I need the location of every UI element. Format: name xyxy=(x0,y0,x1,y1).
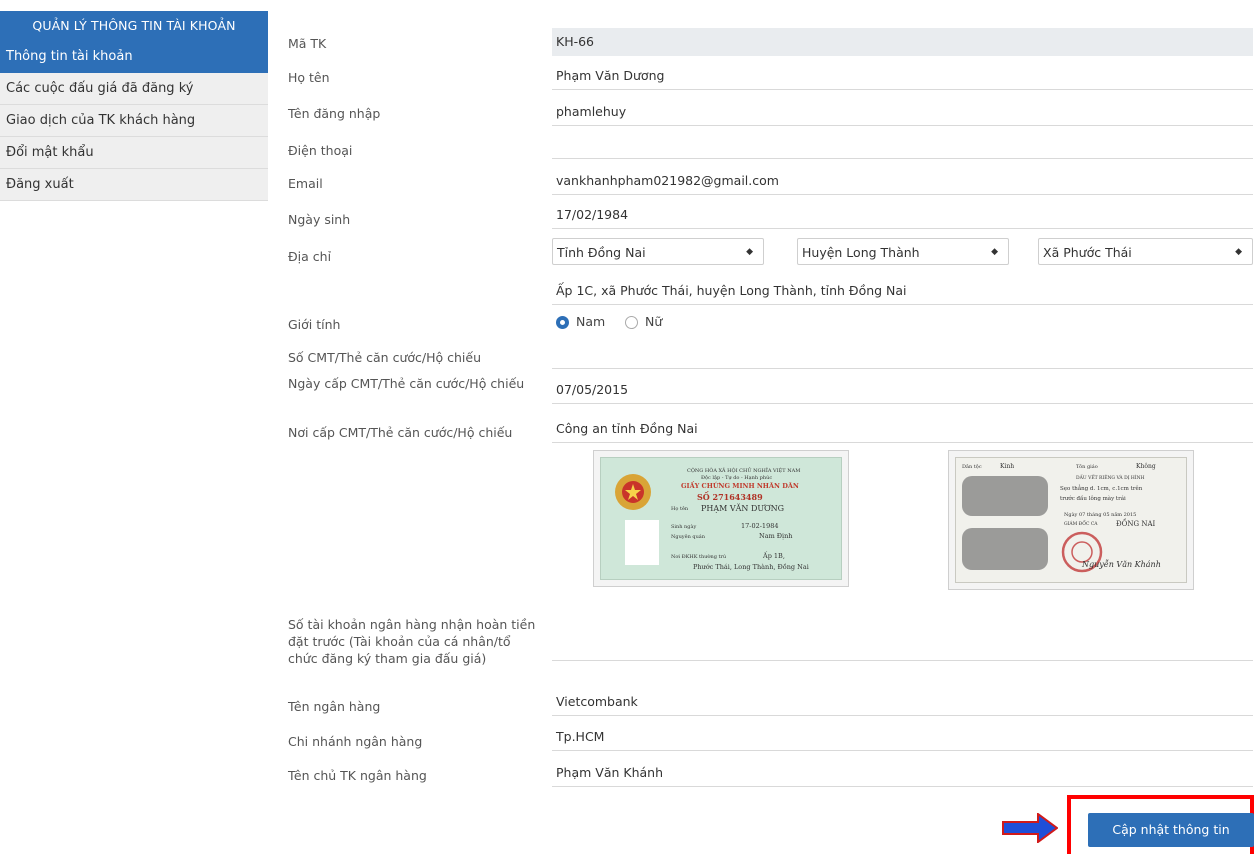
full-name-field[interactable]: Phạm Văn Dương xyxy=(552,62,1253,90)
full-name-label: Họ tên xyxy=(288,70,330,85)
phone-field[interactable] xyxy=(552,131,1253,159)
sidebar-item-transactions[interactable]: Giao dịch của TK khách hàng xyxy=(0,105,268,137)
username-field[interactable]: phamlehuy xyxy=(552,98,1253,126)
id-number-label: Số CMT/Thẻ căn cước/Hộ chiếu xyxy=(288,350,481,365)
card-back-marks1: Sẹo thẳng d. 1cm, c.1cm trên xyxy=(1060,486,1143,492)
bank-name-label: Tên ngân hàng xyxy=(288,699,381,714)
card-front-origin-label: Nguyên quán xyxy=(671,534,706,540)
portrait-placeholder xyxy=(625,520,659,565)
card-front-name-label: Họ tên xyxy=(671,506,689,512)
gender-female-radio[interactable] xyxy=(625,316,638,329)
card-back-marks-header: DẤU VẾT RIÊNG VÀ DỊ HÌNH xyxy=(1076,476,1145,481)
address-detail-field[interactable]: Ấp 1C, xã Phước Thái, huyện Long Thành, … xyxy=(552,277,1253,305)
sidebar-item-registered-auctions[interactable]: Các cuộc đấu giá đã đăng ký xyxy=(0,73,268,105)
card-front-dob: 17-02-1984 xyxy=(741,522,779,530)
card-front-number: SỐ 271643489 xyxy=(697,492,763,502)
sidebar-item-change-password[interactable]: Đổi mật khẩu xyxy=(0,137,268,169)
ward-select[interactable]: Xã Phước Thái ◆ xyxy=(1038,238,1253,265)
national-emblem-icon xyxy=(615,474,651,510)
id-issue-date-field[interactable]: 07/05/2015 xyxy=(552,376,1253,404)
id-number-field[interactable] xyxy=(552,341,1253,369)
id-card-front-image: CỘNG HÒA XÃ HỘI CHỦ NGHĨA VIỆT NAM Độc l… xyxy=(593,450,849,587)
sidebar-header: QUẢN LÝ THÔNG TIN TÀI KHOẢN xyxy=(0,11,268,41)
select-caret-icon: ◆ xyxy=(1235,247,1242,257)
account-sidebar: QUẢN LÝ THÔNG TIN TÀI KHOẢN Thông tin tà… xyxy=(0,11,268,201)
id-issue-place-field[interactable]: Công an tỉnh Đồng Nai xyxy=(552,415,1253,443)
card-front-title: GIẤY CHỨNG MINH NHÂN DÂN xyxy=(681,482,799,490)
card-back-religion: Không xyxy=(1136,463,1156,470)
card-back-religion-label: Tôn giáo xyxy=(1076,464,1098,470)
username-label: Tên đăng nhập xyxy=(288,106,381,121)
gender-male-radio[interactable] xyxy=(556,316,569,329)
address-label: Địa chỉ xyxy=(288,249,332,264)
account-id-label: Mã TK xyxy=(288,36,327,51)
bank-branch-field[interactable]: Tp.HCM xyxy=(552,723,1253,751)
select-caret-icon: ◆ xyxy=(991,247,998,257)
card-front-line2: Độc lập - Tự do - Hạnh phúc xyxy=(701,475,773,481)
bank-holder-label: Tên chủ TK ngân hàng xyxy=(288,768,427,783)
bank-name-field[interactable]: Vietcombank xyxy=(552,688,1253,716)
sidebar-item-logout[interactable]: Đăng xuất xyxy=(0,169,268,201)
card-back-authority-label: GIÁM ĐỐC CA xyxy=(1064,522,1098,527)
card-front-dob-label: Sinh ngày xyxy=(671,524,697,530)
dob-field[interactable]: 17/02/1984 xyxy=(552,201,1253,229)
id-issue-date-label: Ngày cấp CMT/Thẻ căn cước/Hộ chiếu xyxy=(288,376,525,391)
gender-male-label: Nam xyxy=(576,314,606,329)
bank-branch-label: Chi nhánh ngân hàng xyxy=(288,734,423,749)
dob-label: Ngày sinh xyxy=(288,212,351,227)
ward-value: Xã Phước Thái xyxy=(1043,245,1132,260)
bank-account-field[interactable] xyxy=(552,633,1253,661)
gender-female-label: Nữ xyxy=(645,314,663,329)
card-back-ethnic: Kinh xyxy=(1000,463,1015,470)
province-value: Tỉnh Đồng Nai xyxy=(557,245,646,260)
card-front-residence-label: Nơi ĐKHK thường trú xyxy=(671,554,727,560)
card-back-signer: Nguyễn Văn Khánh xyxy=(1082,560,1161,569)
province-select[interactable]: Tỉnh Đồng Nai ◆ xyxy=(552,238,764,265)
bank-account-label: Số tài khoản ngân hàng nhận hoàn tiền đặ… xyxy=(288,617,536,666)
card-back-province: ĐỒNG NAI xyxy=(1116,520,1156,528)
phone-label: Điện thoại xyxy=(288,143,353,158)
card-back-ethnic-label: Dân tộc xyxy=(962,464,982,470)
select-caret-icon: ◆ xyxy=(746,247,753,257)
email-label: Email xyxy=(288,176,323,191)
gender-label: Giới tính xyxy=(288,317,341,332)
id-issue-place-label: Nơi cấp CMT/Thẻ căn cước/Hộ chiếu xyxy=(288,425,513,440)
card-back-date-line: Ngày 07 tháng 05 năm 2015 xyxy=(1064,512,1137,518)
card-front-line1: CỘNG HÒA XÃ HỘI CHỦ NGHĨA VIỆT NAM xyxy=(687,468,801,474)
district-value: Huyện Long Thành xyxy=(802,245,920,260)
id-card-back-image: Dân tộc Kinh Tôn giáo Không DẤU VẾT RIÊN… xyxy=(948,450,1194,590)
arrow-right-icon xyxy=(1002,813,1058,843)
right-fingerprint xyxy=(962,528,1048,570)
update-info-button[interactable]: Cập nhật thông tin xyxy=(1088,813,1254,847)
left-fingerprint xyxy=(962,476,1048,516)
card-front-residence1: Ấp 1B, xyxy=(763,552,785,560)
bank-holder-field[interactable]: Phạm Văn Khánh xyxy=(552,759,1253,787)
sidebar-item-account-info[interactable]: Thông tin tài khoản xyxy=(0,41,268,73)
district-select[interactable]: Huyện Long Thành ◆ xyxy=(797,238,1009,265)
card-front-name: PHẠM VĂN DƯƠNG xyxy=(701,504,785,513)
email-field[interactable]: vankhanhpham021982@gmail.com xyxy=(552,167,1253,195)
card-front-origin: Nam Định xyxy=(759,532,793,540)
card-back-marks2: trước đầu lông mày trái xyxy=(1060,496,1126,502)
card-front-residence2: Phước Thái, Long Thành, Đồng Nai xyxy=(693,563,809,571)
account-id-field: KH-66 xyxy=(552,28,1253,56)
